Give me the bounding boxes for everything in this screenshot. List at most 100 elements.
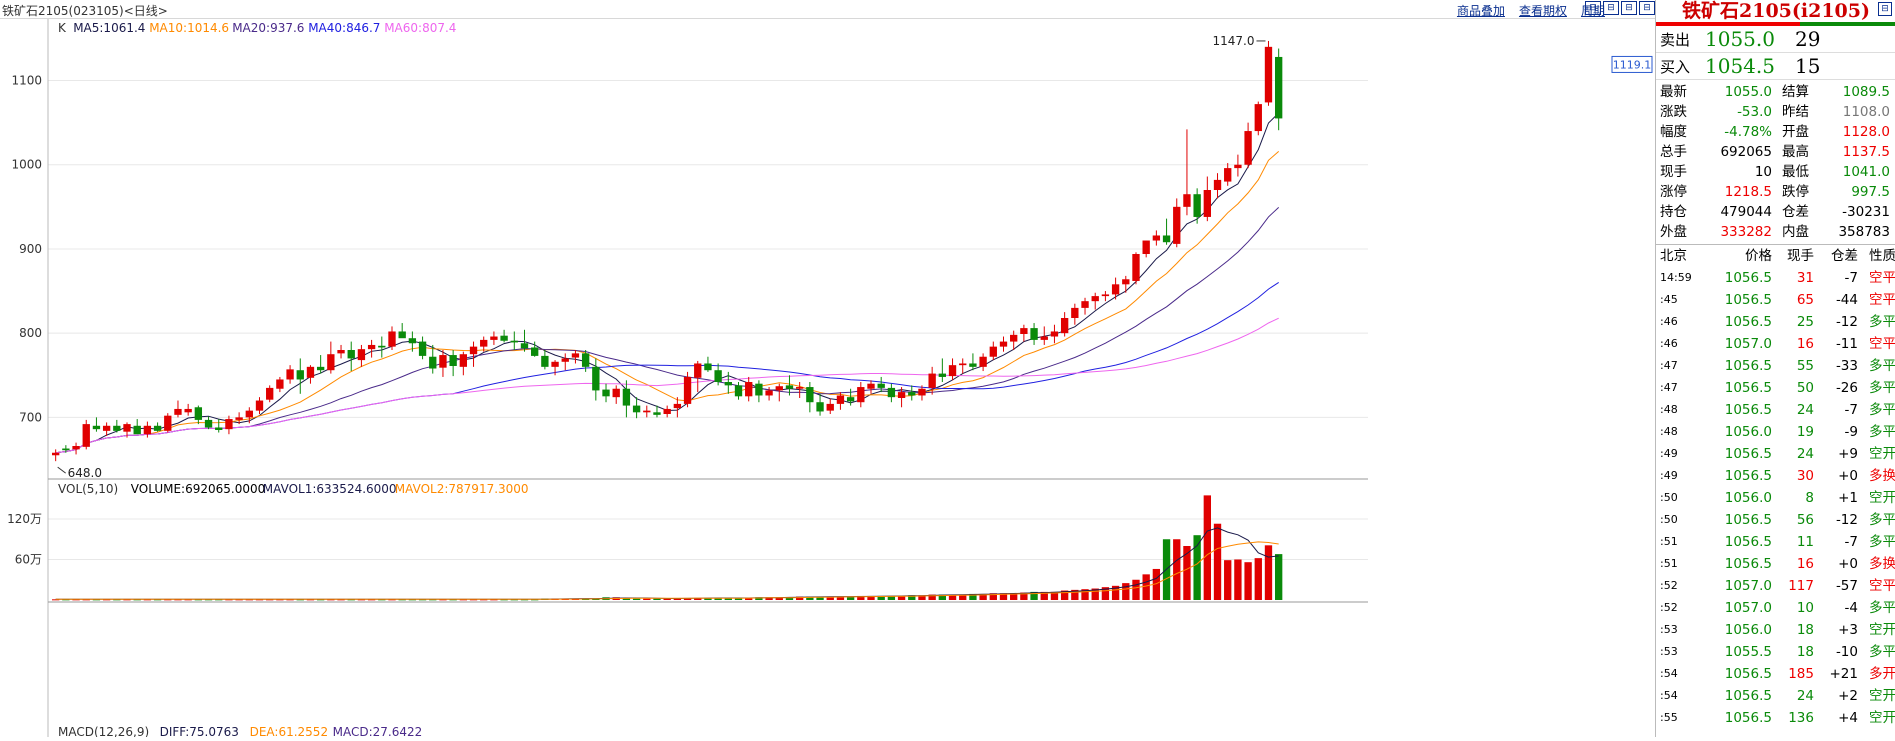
ticks-list[interactable]: 14:59 1056.5 31 -7 空平:45 1056.5 65 -44 空平:46 1056… bbox=[1656, 267, 1895, 729]
ticks-header: 北京 价格 现手 仓差 性质 bbox=[1656, 245, 1895, 267]
ma-lines bbox=[55, 112, 1280, 454]
quote-key: 最新 bbox=[1660, 84, 1687, 100]
candle-body bbox=[143, 425, 152, 435]
tick-oi-change: -7 bbox=[1844, 270, 1858, 286]
candle-body bbox=[663, 408, 671, 414]
quote-value: -30231 bbox=[1842, 204, 1890, 220]
candle-body bbox=[673, 403, 682, 409]
tick-row[interactable]: :45 1056.5 65 -44 空平 bbox=[1656, 289, 1895, 311]
tick-row[interactable]: :47 1056.5 55 -33 多平 bbox=[1656, 355, 1895, 377]
layout-button-3[interactable]: ⊟ bbox=[1621, 1, 1637, 15]
tick-oi-change: -12 bbox=[1835, 512, 1858, 528]
candle-body bbox=[694, 363, 702, 378]
kline-chart[interactable]: 700 800 900 1000 1100 60万 120万 1147.0 648.0 1119… bbox=[0, 19, 1655, 739]
tick-row[interactable]: :53 1055.5 18 -10 多平 bbox=[1656, 641, 1895, 663]
candle-body bbox=[398, 331, 406, 339]
tick-row[interactable]: :52 1057.0 10 -4 多平 bbox=[1656, 597, 1895, 619]
tick-price: 1056.5 bbox=[1724, 270, 1772, 286]
tick-nature: 空开 bbox=[1869, 710, 1895, 726]
candle-body bbox=[194, 407, 203, 420]
candle-body bbox=[500, 335, 508, 341]
tick-time: :52 bbox=[1660, 579, 1678, 592]
candle-body bbox=[469, 346, 478, 355]
quote-key: 结算 bbox=[1782, 84, 1809, 100]
tick-price: 1056.5 bbox=[1724, 446, 1772, 462]
candle-body bbox=[378, 345, 386, 348]
tick-time: :47 bbox=[1660, 359, 1678, 372]
bid-label: 买入 bbox=[1660, 57, 1691, 76]
tick-row[interactable]: :50 1056.0 8 +1 空开 bbox=[1656, 487, 1895, 509]
tick-oi-change: +4 bbox=[1838, 710, 1858, 726]
candle-body bbox=[92, 425, 101, 430]
layout-button-1[interactable]: ⊟ bbox=[1585, 1, 1601, 15]
candle-body bbox=[520, 343, 529, 349]
candle-body bbox=[286, 369, 294, 380]
tick-oi-change: -33 bbox=[1835, 358, 1858, 374]
tick-row[interactable]: :47 1056.5 50 -26 多平 bbox=[1656, 377, 1895, 399]
tick-time: 14:59 bbox=[1660, 271, 1692, 284]
bid-row[interactable]: 买入 1054.5 15 bbox=[1656, 53, 1895, 80]
tick-time: :46 bbox=[1660, 337, 1678, 350]
tick-row[interactable]: :48 1056.0 19 -9 多平 bbox=[1656, 421, 1895, 443]
tick-row[interactable]: :48 1056.5 24 -7 多平 bbox=[1656, 399, 1895, 421]
volume-bar bbox=[632, 598, 641, 600]
candle-body bbox=[102, 425, 111, 431]
tick-oi-change: -26 bbox=[1835, 380, 1858, 396]
volume-tick-label: 60万 bbox=[15, 553, 42, 567]
candle-body bbox=[897, 392, 906, 398]
panel-toggle-icon[interactable]: ⊟ bbox=[1878, 2, 1892, 16]
volume-bar bbox=[1264, 545, 1273, 600]
candle-body bbox=[153, 425, 162, 431]
candle-body bbox=[225, 419, 233, 430]
candle-body bbox=[357, 349, 366, 361]
tick-row[interactable]: :46 1057.0 16 -11 空平 bbox=[1656, 333, 1895, 355]
candle-body bbox=[1132, 254, 1140, 281]
tick-row[interactable]: :46 1056.5 25 -12 多平 bbox=[1656, 311, 1895, 333]
ticks-header-qty: 现手 bbox=[1787, 248, 1814, 264]
layout-button-4[interactable]: ⊟ bbox=[1639, 1, 1655, 15]
quote-value: 1137.5 bbox=[1842, 144, 1890, 160]
tick-nature: 空开 bbox=[1869, 490, 1895, 506]
tick-time: :54 bbox=[1660, 667, 1678, 680]
tick-row[interactable]: :49 1056.5 30 +0 多换 bbox=[1656, 465, 1895, 487]
tick-row[interactable]: :49 1056.5 24 +9 空开 bbox=[1656, 443, 1895, 465]
ask-row[interactable]: 卖出 1055.0 29 bbox=[1656, 26, 1895, 53]
volume-legend-title: VOL(5,10) bbox=[58, 482, 118, 496]
tick-nature: 空平 bbox=[1869, 336, 1895, 352]
quote-key: 持仓 bbox=[1660, 204, 1687, 220]
menu-overlay-commodity[interactable]: 商品叠加 bbox=[1457, 2, 1505, 19]
tick-row[interactable]: :52 1057.0 117 -57 空平 bbox=[1656, 575, 1895, 597]
candle-body bbox=[1203, 190, 1211, 217]
quote-title: 铁矿石2105(i2105) bbox=[1682, 0, 1870, 22]
candle-body bbox=[1020, 328, 1028, 334]
candle-body bbox=[490, 336, 498, 340]
candle-body bbox=[1050, 331, 1059, 337]
tick-nature: 多平 bbox=[1869, 424, 1895, 440]
candle-body bbox=[1244, 131, 1252, 165]
quote-value: -53.0 bbox=[1737, 104, 1772, 120]
chart-area[interactable]: 700 800 900 1000 1100 60万 120万 1147.0 648.0 1119… bbox=[0, 19, 1655, 739]
candle-body bbox=[775, 386, 783, 391]
tick-row[interactable]: :50 1056.5 56 -12 多平 bbox=[1656, 509, 1895, 531]
tick-row[interactable]: :53 1056.0 18 +3 空开 bbox=[1656, 619, 1895, 641]
tick-qty: 30 bbox=[1796, 468, 1814, 484]
tick-row[interactable]: :54 1056.5 185 +21 多开 bbox=[1656, 663, 1895, 685]
quote-row: 涨跌 -53.0 昨结 1108.0 bbox=[1656, 102, 1895, 122]
tick-row[interactable]: :51 1056.5 11 -7 多平 bbox=[1656, 531, 1895, 553]
tick-time: :55 bbox=[1660, 711, 1678, 724]
tick-row[interactable]: :55 1056.5 136 +4 空开 bbox=[1656, 707, 1895, 729]
tick-qty: 31 bbox=[1796, 270, 1814, 286]
layout-button-2[interactable]: ⊟ bbox=[1603, 1, 1619, 15]
candle-body bbox=[1122, 279, 1130, 285]
candle-body bbox=[1091, 296, 1099, 302]
tick-row[interactable]: :51 1056.5 16 +0 多换 bbox=[1656, 553, 1895, 575]
price-tick-label: 1100 bbox=[11, 74, 42, 88]
menu-view-options[interactable]: 查看期权 bbox=[1519, 2, 1567, 19]
quote-row: 最新 1055.0 结算 1089.5 bbox=[1656, 82, 1895, 102]
tick-qty: 10 bbox=[1796, 600, 1814, 616]
tick-row[interactable]: :54 1056.5 24 +2 空开 bbox=[1656, 685, 1895, 707]
tick-price: 1056.0 bbox=[1724, 424, 1772, 440]
tick-qty: 25 bbox=[1796, 314, 1814, 330]
ask-label: 卖出 bbox=[1660, 30, 1691, 49]
tick-row[interactable]: 14:59 1056.5 31 -7 空平 bbox=[1656, 267, 1895, 289]
